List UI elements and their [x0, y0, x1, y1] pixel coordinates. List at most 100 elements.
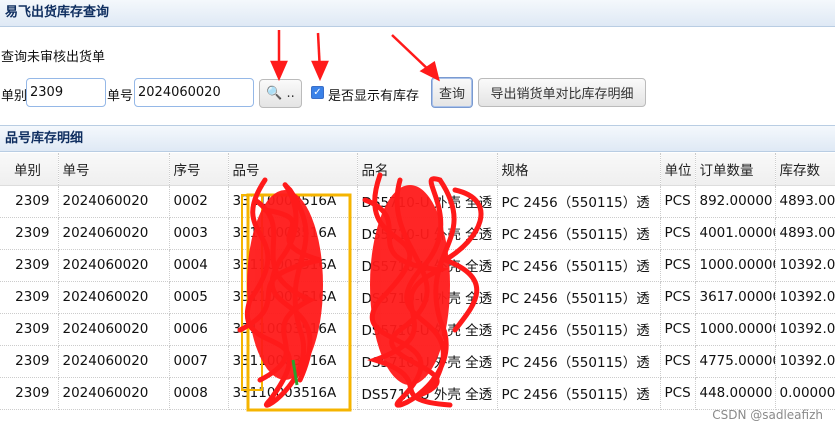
- col-header[interactable]: 序号: [169, 153, 229, 186]
- table-cell: DS5710-U 外壳 全透: [357, 313, 498, 346]
- table-cell: DS5710-U 外壳 全透: [357, 249, 498, 282]
- table-cell: 33110003516A: [228, 345, 358, 378]
- table-cell: 2024060020: [58, 313, 170, 346]
- col-header[interactable]: 单别: [0, 153, 59, 186]
- col-header[interactable]: 规格: [497, 153, 661, 186]
- arrow-to-query: [391, 34, 433, 74]
- table-cell: 2024060020: [58, 249, 170, 282]
- query-button[interactable]: 查询: [431, 77, 473, 108]
- table-cell: 2024060020: [58, 217, 170, 250]
- table-cell: 2024060020: [58, 281, 170, 314]
- table-cell: 33110003516A: [228, 281, 358, 314]
- table-cell: 33110003516A: [228, 249, 358, 282]
- table-cell: PCS: [660, 249, 696, 282]
- stock-checkbox[interactable]: ✓: [311, 86, 324, 99]
- table-row[interactable]: 2309 2024060020 0005 33110003516A DS5710-U 外…: [0, 281, 835, 314]
- table-cell: PCS: [660, 217, 696, 250]
- col-header[interactable]: 单号: [58, 153, 170, 186]
- table-cell: 10392.0: [775, 281, 835, 314]
- arrow-to-checkbox: [316, 32, 322, 73]
- table-cell: PC 2456（550115）透: [497, 249, 661, 282]
- table-cell: 4775.00000: [695, 345, 776, 378]
- col-header[interactable]: 单位: [660, 153, 696, 186]
- grid-header-row: 单别 单号 序号 品号 品名 规格 单位 订单数量 库存数: [0, 153, 835, 186]
- table-cell: PCS: [660, 281, 696, 314]
- unapproved-query-label: 查询未审核出货单: [1, 50, 106, 65]
- number-input[interactable]: [134, 78, 254, 107]
- table-row[interactable]: 2309 2024060020 0006 33110003516A DS5710-U 外…: [0, 313, 835, 346]
- table-cell: 3617.00000: [695, 281, 776, 314]
- table-cell: PC 2456（550115）透: [497, 377, 661, 410]
- table-cell: DS5710-U 外壳 全透: [357, 345, 498, 378]
- export-button[interactable]: 导出销货单对比库存明细: [478, 78, 646, 107]
- table-row[interactable]: 2309 2024060020 0007 33110003516A DS5710-U 外…: [0, 345, 835, 378]
- table-cell: DS5710-U 外壳 全透: [357, 185, 498, 218]
- grid-title: 品号库存明细: [0, 125, 835, 152]
- table-cell: 0006: [169, 313, 229, 346]
- table-cell: 10392.0: [775, 345, 835, 378]
- table-cell: 2309: [0, 313, 59, 346]
- table-cell: 4001.00000: [695, 217, 776, 250]
- table-cell: 892.00000: [695, 185, 776, 218]
- table-cell: 2309: [0, 249, 59, 282]
- export-button-label: 导出销货单对比库存明细: [490, 87, 634, 102]
- table-cell: 0.00000: [775, 377, 835, 410]
- watermark: CSDN @sadleafizh: [712, 408, 823, 422]
- table-row[interactable]: 2309 2024060020 0003 33110003516A DS5710-U 外…: [0, 217, 835, 250]
- table-cell: 2024060020: [58, 377, 170, 410]
- col-header[interactable]: 品名: [357, 153, 498, 186]
- table-cell: 2309: [0, 345, 59, 378]
- table-cell: 33110003516A: [228, 217, 358, 250]
- annotation-arrows: [270, 30, 440, 82]
- arrow-head-icon: [311, 60, 329, 82]
- table-cell: PC 2456（550115）透: [497, 217, 661, 250]
- table-cell: 1000.00000: [695, 249, 776, 282]
- table-cell: PC 2456（550115）透: [497, 345, 661, 378]
- table-cell: 10392.0: [775, 249, 835, 282]
- table-cell: 2309: [0, 281, 59, 314]
- table-row[interactable]: 2309 2024060020 0008 33110003516A DS5710-U 外…: [0, 377, 835, 410]
- table-cell: 33110003516A: [228, 185, 358, 218]
- page-title: 易飞出货库存查询: [0, 0, 835, 27]
- table-cell: PCS: [660, 313, 696, 346]
- arrow-head-icon: [270, 60, 288, 82]
- table-cell: 4893.00: [775, 217, 835, 250]
- table-cell: 2309: [0, 217, 59, 250]
- table-cell: PCS: [660, 345, 696, 378]
- table-cell: 2309: [0, 377, 59, 410]
- table-row[interactable]: 2309 2024060020 0004 33110003516A DS5710-U 外…: [0, 249, 835, 282]
- table-cell: PC 2456（550115）透: [497, 281, 661, 314]
- table-cell: 0003: [169, 217, 229, 250]
- table-cell: 0007: [169, 345, 229, 378]
- stock-checkbox-label: 是否显示有库存: [328, 89, 420, 104]
- table-cell: 2309: [0, 185, 59, 218]
- table-cell: 448.00000: [695, 377, 776, 410]
- type-label: 单别: [1, 89, 28, 104]
- table-cell: DS5710-U 外壳 全透: [357, 281, 498, 314]
- table-cell: 0002: [169, 185, 229, 218]
- table-cell: 0008: [169, 377, 229, 410]
- table-cell: PC 2456（550115）透: [497, 313, 661, 346]
- table-cell: 0004: [169, 249, 229, 282]
- col-header[interactable]: 库存数: [775, 153, 835, 186]
- table-cell: 2024060020: [58, 185, 170, 218]
- col-header[interactable]: 订单数量: [695, 153, 776, 186]
- col-header[interactable]: 品号: [228, 153, 358, 186]
- table-cell: 1000.00000: [695, 313, 776, 346]
- table-cell: 0005: [169, 281, 229, 314]
- query-button-label: 查询: [438, 87, 465, 102]
- lookup-button[interactable]: 🔍 ..: [259, 79, 302, 108]
- table-cell: 4893.00: [775, 185, 835, 218]
- table-cell: DS5710-U 外壳 全透: [357, 377, 498, 410]
- lookup-button-label: 🔍 ..: [266, 86, 295, 101]
- table-cell: 33110003516A: [228, 313, 358, 346]
- table-cell: PCS: [660, 377, 696, 410]
- table-cell: DS5710-U 外壳 全透: [357, 217, 498, 250]
- table-row[interactable]: 2309 2024060020 0002 33110003516A DS5710-U 外…: [0, 185, 835, 218]
- table-cell: 10392.0: [775, 313, 835, 346]
- table-cell: PCS: [660, 185, 696, 218]
- number-label: 单号: [107, 89, 134, 104]
- stock-grid: 单别 单号 序号 品号 品名 规格 单位 订单数量 库存数 2309 202406…: [0, 153, 835, 410]
- table-cell: PC 2456（550115）透: [497, 185, 661, 218]
- type-input[interactable]: [26, 78, 106, 107]
